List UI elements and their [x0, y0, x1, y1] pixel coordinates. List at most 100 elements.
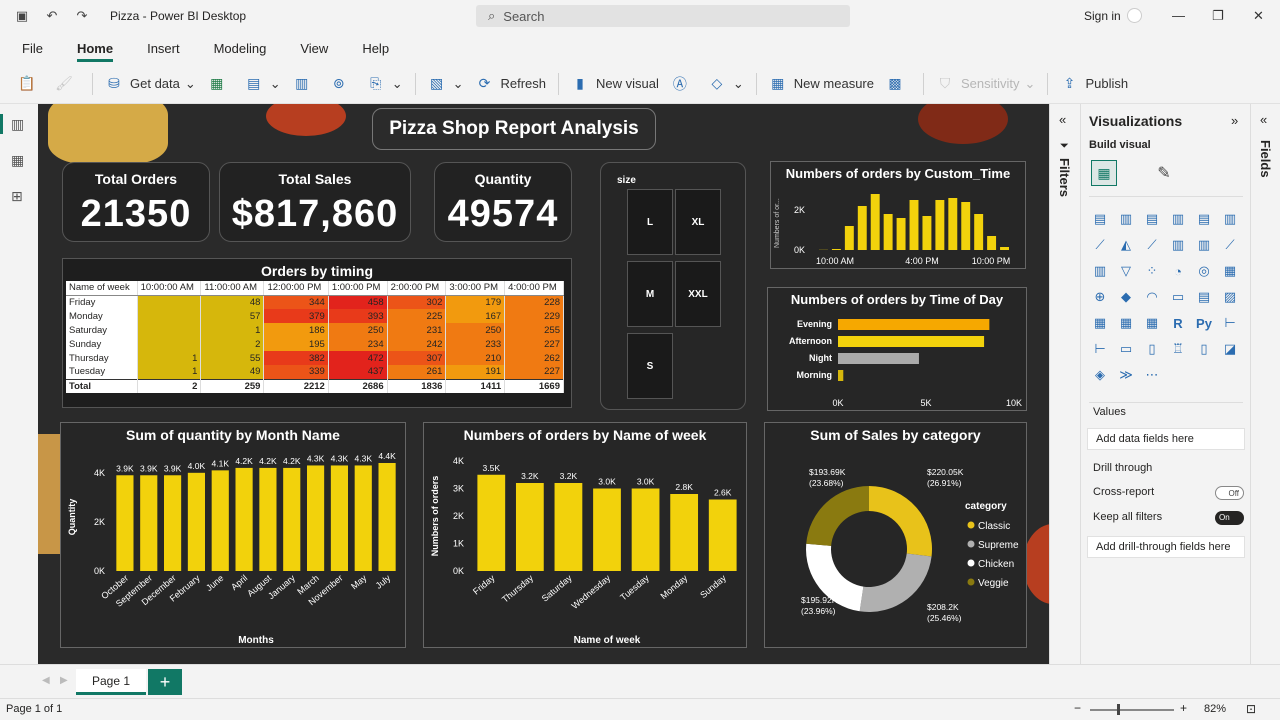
excel-button[interactable]: ▦ — [208, 75, 233, 93]
sales-by-category-chart[interactable]: Sum of Sales by category $220.05K (26.91%… — [764, 422, 1027, 648]
publish-button[interactable]: ⇪ Publish — [1060, 75, 1129, 93]
get-data-button[interactable]: ⛁ Get data ⌄ — [105, 75, 196, 93]
multi-row-card-icon[interactable]: ▤ — [1195, 288, 1213, 306]
maximize-icon[interactable]: ❐ — [1212, 8, 1224, 24]
narrative-icon[interactable]: ▯ — [1143, 340, 1161, 358]
clustered-column-icon[interactable]: ▥ — [1169, 210, 1187, 228]
power-apps-icon[interactable]: ◪ — [1221, 340, 1239, 358]
pie-chart-icon[interactable]: ◔ — [1169, 262, 1187, 280]
menu-modeling[interactable]: Modeling — [214, 35, 267, 62]
treemap-icon[interactable]: ▦ — [1221, 262, 1239, 280]
text-box-button[interactable]: Ⓐ — [671, 75, 696, 93]
stacked-bar-icon[interactable]: ▤ — [1091, 210, 1109, 228]
r-visual-icon[interactable]: R — [1169, 314, 1187, 332]
decomposition-tree-icon[interactable]: ⊢ — [1091, 340, 1109, 358]
matrix-column-header[interactable]: 11:00:00 AM — [200, 281, 265, 296]
add-drill-through-well[interactable]: Add drill-through fields here — [1087, 536, 1245, 558]
matrix-column-header[interactable]: 1:00:00 PM — [328, 281, 388, 296]
close-icon[interactable]: ✕ — [1253, 8, 1264, 24]
slicer-option-xxl[interactable]: XXL — [675, 261, 721, 327]
size-slicer[interactable]: size L XL M XXL S — [600, 162, 746, 410]
scatter-icon[interactable]: ⁘ — [1143, 262, 1161, 280]
quantity-by-month-chart[interactable]: Sum of quantity by Month Name 0K 2K 4K Quan… — [60, 422, 406, 648]
collapse-filters-icon[interactable]: « — [1059, 112, 1066, 127]
matrix-icon[interactable]: ▦ — [1143, 314, 1161, 332]
menu-file[interactable]: File — [22, 35, 43, 62]
more-visuals-button[interactable]: ◇ ⌄ — [708, 75, 744, 93]
matrix-column-header[interactable]: 12:00:00 PM — [263, 281, 329, 296]
matrix-row[interactable]: Friday 48 344 458 302 179 228 — [66, 295, 564, 309]
stacked-column-icon[interactable]: ▥ — [1117, 210, 1135, 228]
cross-report-toggle[interactable]: Off — [1215, 486, 1244, 500]
funnel-icon[interactable]: ▽ — [1117, 262, 1135, 280]
clustered-bar-icon[interactable]: ▤ — [1143, 210, 1161, 228]
data-hub-button[interactable]: ▤ ⌄ — [245, 75, 281, 93]
menu-home[interactable]: Home — [76, 35, 114, 62]
menu-insert[interactable]: Insert — [147, 35, 180, 62]
total-orders-card[interactable]: Total Orders 21350 — [62, 162, 210, 242]
redo-icon[interactable]: ↷ — [74, 8, 90, 24]
paginated-icon[interactable]: ▯ — [1195, 340, 1213, 358]
waterfall-icon[interactable]: ▥ — [1091, 262, 1109, 280]
report-view-icon[interactable]: ▥ — [11, 116, 27, 132]
keep-all-filters-toggle[interactable]: On — [1215, 511, 1244, 525]
kpi-icon[interactable]: ▨ — [1221, 288, 1239, 306]
refresh-button[interactable]: ⟳ Refresh — [476, 75, 546, 93]
orders-by-timing-matrix[interactable]: Orders by timing Name of week 10:00:00 AM… — [62, 258, 572, 408]
zoom-slider[interactable] — [1090, 709, 1174, 711]
expand-fields-icon[interactable]: « — [1260, 112, 1267, 127]
card-icon[interactable]: ▭ — [1169, 288, 1187, 306]
python-visual-icon[interactable]: Py — [1195, 314, 1213, 332]
quick-measure-button[interactable]: ▩ — [886, 75, 911, 93]
total-sales-card[interactable]: Total Sales $817,860 — [219, 162, 411, 242]
donut-chart-icon[interactable]: ◎ — [1195, 262, 1213, 280]
matrix-row[interactable]: Tuesday 1 49 339 437 261 191 227 — [66, 365, 564, 379]
matrix-column-header[interactable]: 3:00:00 PM — [445, 281, 506, 296]
filters-pane[interactable]: « ⏷ Filters — [1049, 104, 1080, 664]
sensitivity-button[interactable]: ⛉ Sensitivity ⌄ — [936, 75, 1036, 93]
transform-button[interactable]: ▧ ⌄ — [428, 75, 464, 93]
new-measure-button[interactable]: ▦ New measure — [769, 75, 874, 93]
matrix-total-row[interactable]: Total 2 259 2212 2686 1836 1411 1669 — [66, 378, 564, 393]
add-data-fields-well[interactable]: Add data fields here — [1087, 428, 1245, 450]
slicer-option-s[interactable]: S — [627, 333, 673, 399]
slicer-option-l[interactable]: L — [627, 189, 673, 255]
undo-icon[interactable]: ↶ — [44, 8, 60, 24]
account-avatar[interactable] — [1127, 8, 1142, 23]
area-chart-icon[interactable]: ◭ — [1117, 236, 1135, 254]
map-icon[interactable]: ⊕ — [1091, 288, 1109, 306]
goals-icon[interactable]: ♖ — [1169, 340, 1187, 358]
format-painter-button[interactable]: 🖌 — [55, 75, 80, 93]
zoom-slider-thumb[interactable] — [1117, 704, 1120, 715]
stacked-area-icon[interactable]: ⟋ — [1143, 236, 1161, 254]
100-column-icon[interactable]: ▥ — [1221, 210, 1239, 228]
paste-button[interactable]: 📋 — [18, 75, 43, 93]
100-bar-icon[interactable]: ▤ — [1195, 210, 1213, 228]
more-visuals-icon[interactable]: ≫ — [1117, 366, 1135, 384]
filled-map-icon[interactable]: ◆ — [1117, 288, 1135, 306]
prev-page-icon[interactable]: ◀ — [42, 675, 50, 686]
menu-view[interactable]: View — [300, 35, 328, 62]
line-clustered-icon[interactable]: ▥ — [1195, 236, 1213, 254]
model-view-icon[interactable]: ⊞ — [11, 188, 27, 204]
sql-button[interactable]: ▥ — [293, 75, 318, 93]
matrix-column-header[interactable]: 10:00:00 AM — [137, 281, 202, 296]
key-influencers-icon[interactable]: ⊢ — [1221, 314, 1239, 332]
new-visual-button[interactable]: ▮ New visual — [571, 75, 659, 93]
slicer-icon[interactable]: ▦ — [1091, 314, 1109, 332]
dataverse-button[interactable]: ⊚ — [330, 75, 355, 93]
sign-in-link[interactable]: Sign in — [1084, 9, 1121, 23]
ellipsis-icon[interactable]: ⋯ — [1143, 366, 1161, 384]
fit-to-page-icon[interactable]: ⊡ — [1246, 702, 1256, 716]
matrix-row[interactable]: Monday 57 379 393 225 167 229 — [66, 309, 564, 323]
build-visual-icon[interactable]: ▦ — [1091, 160, 1117, 186]
matrix-row[interactable]: Thursday 1 55 382 472 307 210 262 — [66, 351, 564, 365]
zoom-in-icon[interactable]: + — [1180, 701, 1187, 715]
matrix-row[interactable]: Sunday 2 195 234 242 233 227 — [66, 337, 564, 351]
search-box[interactable]: ⌕ Search — [476, 5, 850, 27]
add-page-button[interactable]: + — [148, 669, 182, 695]
matrix-column-header[interactable]: 4:00:00 PM — [504, 281, 564, 296]
table-icon[interactable]: ▦ — [1117, 314, 1135, 332]
quantity-card[interactable]: Quantity 49574 — [434, 162, 572, 242]
qa-icon[interactable]: ▭ — [1117, 340, 1135, 358]
